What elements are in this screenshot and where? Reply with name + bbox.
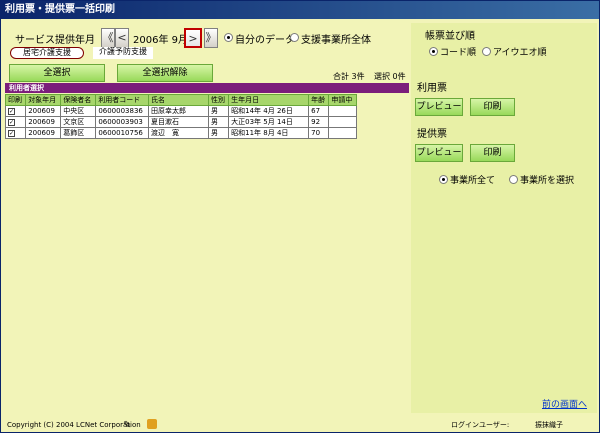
report-order-title: 帳票並び順 (425, 31, 475, 42)
cell-sex: 男 (207, 116, 230, 128)
table-row[interactable]: ✓ 200609 葛飾区 0600010756 渡辺 寛 男 昭和11年 8月 … (4, 127, 357, 139)
table-row[interactable]: ✓ 200609 文京区 0600003903 夏目漱石 男 大正03年 5月 … (4, 116, 357, 128)
cell-insurer: 中央区 (60, 105, 97, 117)
order-kana-radio[interactable] (482, 47, 491, 56)
all-office-label: 支援事業所全体 (301, 35, 371, 46)
print-checkbox-cell[interactable]: ✓ (4, 116, 27, 128)
select-all-button[interactable]: 全選択 (9, 64, 105, 82)
teikyou-title: 提供票 (417, 129, 447, 140)
col-age: 年齢 (308, 94, 330, 106)
riyou-title: 利用票 (417, 83, 447, 94)
riyou-preview-button[interactable]: プレビュー (415, 98, 463, 116)
first-month-button[interactable]: 《 (101, 28, 115, 48)
office-select-radio[interactable] (509, 175, 518, 184)
print-checkbox-cell[interactable]: ✓ (4, 127, 27, 139)
office-all-label: 事業所全て (450, 176, 496, 186)
print-checkbox[interactable]: ✓ (8, 119, 15, 126)
teikyou-print-button[interactable]: 印刷 (470, 144, 515, 162)
own-data-radio[interactable] (224, 33, 233, 42)
cell-target-month: 200609 (25, 127, 62, 139)
order-code-label: コード順 (440, 48, 477, 58)
tab-kaigo-yobou[interactable]: 介護予防支援 (93, 47, 153, 59)
user-table: 印刷 対象年月 保険者名 利用者コード 氏名 性別 生年月日 年齢 申請中 ✓ … (4, 94, 357, 139)
print-checkbox-cell[interactable]: ✓ (4, 105, 27, 117)
next-month-button[interactable]: > (184, 28, 202, 48)
cell-name: 夏目漱石 (147, 116, 209, 128)
teikyou-preview-button[interactable]: プレビュー (415, 144, 463, 162)
col-print: 印刷 (4, 94, 27, 106)
cell-insurer: 文京区 (60, 116, 97, 128)
col-insurer: 保険者名 (60, 94, 97, 106)
col-applying: 申請中 (328, 94, 357, 106)
col-name: 氏名 (147, 94, 209, 106)
login-user-label: ログインユーザー: (451, 421, 510, 429)
cell-birthdate: 昭和14年 4月 26日 (228, 105, 310, 117)
window-title: 利用票・提供票一括印刷 (1, 1, 599, 19)
print-checkbox[interactable]: ✓ (8, 130, 15, 137)
cell-birthdate: 昭和11年 8月 4日 (228, 127, 310, 139)
year-month-display: 2006年 9月 (133, 35, 188, 46)
copyright-text: Copyright (C) 2004 LCNet Corporation (7, 421, 141, 429)
col-user-code: 利用者コード (95, 94, 149, 106)
office-all-radio[interactable] (439, 175, 448, 184)
table-row[interactable]: ✓ 200609 中央区 0600003836 田原幸太郎 男 昭和14年 4月… (4, 105, 357, 117)
cell-user-code: 0600003903 (95, 116, 149, 128)
cell-user-code: 0600010756 (95, 127, 149, 139)
office-select-label: 事業所を選択 (520, 176, 575, 186)
cell-target-month: 200609 (25, 116, 62, 128)
cell-insurer: 葛飾区 (60, 127, 97, 139)
back-link[interactable]: 前の画面へ (542, 397, 587, 410)
footer: Copyright (C) 2004 LCNet Corporation ✎ ロ… (5, 419, 597, 431)
book-icon[interactable] (147, 419, 157, 429)
cell-applying (328, 105, 357, 117)
deselect-all-button[interactable]: 全選択解除 (117, 64, 213, 82)
cell-sex: 男 (207, 105, 230, 117)
cell-target-month: 200609 (25, 105, 62, 117)
cell-applying (328, 116, 357, 128)
app-window: 利用票・提供票一括印刷 サービス提供年月 《 < 2006年 9月 > 》 自分… (0, 0, 600, 433)
cell-sex: 男 (207, 127, 230, 139)
order-kana-label: アイウエオ順 (493, 48, 547, 58)
login-user-name: 振抹織子 (535, 421, 563, 429)
last-month-button[interactable]: 》 (204, 28, 218, 48)
cell-name: 渡辺 寛 (147, 127, 209, 139)
col-birthdate: 生年月日 (228, 94, 310, 106)
pencil-icon[interactable]: ✎ (123, 420, 131, 432)
own-data-label: 自分のデータ (235, 35, 295, 46)
user-selection-header: 利用者選択 (5, 83, 409, 93)
selected-count: 選択 0件 (374, 72, 406, 81)
cell-birthdate: 大正03年 5月 14日 (228, 116, 310, 128)
col-target-month: 対象年月 (25, 94, 62, 106)
total-count: 合計 3件 (333, 72, 365, 81)
print-checkbox[interactable]: ✓ (8, 108, 15, 115)
prev-month-button[interactable]: < (115, 28, 129, 48)
all-office-radio[interactable] (290, 33, 299, 42)
order-code-radio[interactable] (429, 47, 438, 56)
cell-user-code: 0600003836 (95, 105, 149, 117)
cell-name: 田原幸太郎 (147, 105, 209, 117)
cell-age: 92 (308, 116, 330, 128)
cell-age: 67 (308, 105, 330, 117)
tab-kyotaku-kaigo[interactable]: 居宅介護支援 (10, 47, 84, 59)
riyou-print-button[interactable]: 印刷 (470, 98, 515, 116)
service-month-label: サービス提供年月 (15, 35, 95, 46)
col-sex: 性別 (207, 94, 230, 106)
cell-applying (328, 127, 357, 139)
cell-age: 70 (308, 127, 330, 139)
